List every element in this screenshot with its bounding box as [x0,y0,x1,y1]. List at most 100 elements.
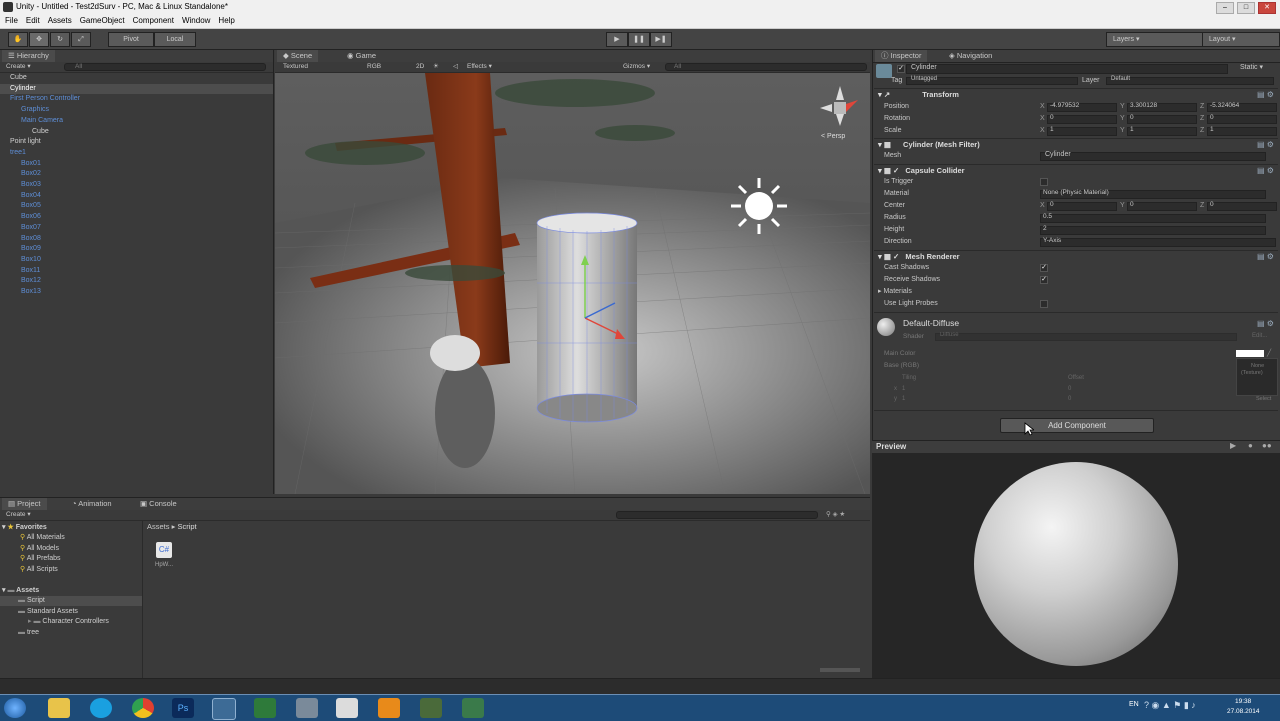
tiling-x-value[interactable]: 1 [902,386,905,392]
preview-light-icon[interactable]: ● [1248,441,1253,450]
media-icon[interactable] [378,698,400,718]
settings-gear-icon[interactable]: ▤ ⚙ [1257,319,1274,328]
tiling-y-value[interactable]: 1 [902,396,905,402]
menu-file[interactable]: File [5,16,18,25]
hierarchy-item[interactable]: Box03 [0,180,273,190]
hierarchy-item[interactable]: Box07 [0,223,273,233]
breadcrumb-leaf[interactable]: Script [177,522,196,531]
scale-tool-icon[interactable]: ⤢ [71,32,91,47]
scale-y-field[interactable]: 1 [1127,126,1197,136]
scene-search-input[interactable]: All [665,63,867,71]
center-y-axis-label[interactable]: Y [1120,200,1125,211]
hierarchy-item[interactable]: Box04 [0,191,273,201]
persp-label[interactable]: < Persp [821,133,845,140]
light-probes-checkbox[interactable] [1040,300,1048,308]
menu-assets[interactable]: Assets [48,16,72,25]
center-y-field[interactable]: 0 [1127,201,1197,211]
position-z-axis-label[interactable]: Z [1200,101,1204,112]
skype-icon[interactable] [90,698,112,718]
preview-header[interactable]: Preview ▶ ● ●● [872,440,1280,454]
texture-slot[interactable]: None (Texture) [1236,358,1278,396]
hierarchy-item[interactable]: Box08 [0,234,273,244]
eyedropper-icon[interactable]: ╱ [1267,349,1271,357]
is-trigger-checkbox[interactable] [1040,178,1048,186]
scale-z-field[interactable]: 1 [1207,126,1277,136]
mesh-filter-header[interactable]: ▾ ▦ Cylinder (Mesh Filter) [876,139,1276,151]
photoshop-icon[interactable]: Ps [172,698,194,718]
lighting-toggle-icon[interactable]: ☀ [433,62,439,72]
offset-x-value[interactable]: 0 [1068,386,1071,392]
rotate-tool-icon[interactable]: ↻ [50,32,70,47]
hierarchy-create-button[interactable]: Create ▾ [6,62,31,72]
favorite-item[interactable]: ⚲ All Prefabs [20,554,61,564]
pause-button[interactable]: ❚❚ [628,32,650,47]
tab-scene[interactable]: ◆ Scene [277,50,319,62]
scale-z-axis-label[interactable]: Z [1200,125,1204,136]
icon-size-slider[interactable] [820,668,860,672]
point-light-icon[interactable] [731,178,787,234]
play-button[interactable]: ▶ [606,32,628,47]
hierarchy-item[interactable]: Box11 [0,266,273,276]
mesh-field[interactable]: Cylinder [1040,151,1266,161]
favorite-item[interactable]: ⚲ All Models [20,544,59,554]
hierarchy-item[interactable]: Box09 [0,244,273,254]
edit-shader-button[interactable]: Edit... [1252,333,1267,339]
menu-help[interactable]: Help [218,16,234,25]
rotation-z-axis-label[interactable]: Z [1200,113,1204,124]
hierarchy-item[interactable]: Box02 [0,169,273,179]
rotation-x-axis-label[interactable]: X [1040,113,1045,124]
app-icon-green[interactable] [254,698,276,718]
pivot-toggle[interactable]: Pivot [108,32,154,47]
render-mode-dropdown[interactable]: RGB [367,62,381,72]
hierarchy-item[interactable]: Box06 [0,212,273,222]
asset-folder-item[interactable]: ▬ Standard Assets [0,607,142,617]
tab-navigation[interactable]: ◈ Navigation [943,50,998,62]
hierarchy-item[interactable]: Cylinder [0,83,273,94]
explorer-icon[interactable] [48,698,70,718]
start-button-icon[interactable] [4,698,26,718]
transform-header[interactable]: ▾ ↗ Transform [876,89,1276,101]
shader-dropdown[interactable]: Diffuse [935,332,1237,341]
layout-dropdown[interactable]: Layout ▾ [1202,32,1280,47]
tab-project[interactable]: ▤ Project [2,498,47,510]
hierarchy-item[interactable]: Cube [0,73,273,83]
hierarchy-item[interactable]: First Person Controller [0,94,273,104]
layer-dropdown[interactable]: Default [1106,76,1274,85]
static-checkbox[interactable]: Static ▾ [1240,62,1263,73]
clock-date[interactable]: 27.08.2014 [1227,708,1260,715]
hierarchy-item[interactable]: Box10 [0,255,273,265]
texture-select-button[interactable]: Select [1256,396,1271,402]
chrome-icon[interactable] [132,698,154,718]
scale-x-axis-label[interactable]: X [1040,125,1045,136]
settings-gear-icon[interactable]: ▤ ⚙ [1257,166,1274,175]
tag-dropdown[interactable]: Untagged [906,76,1078,85]
gizmos-dropdown[interactable]: Gizmos ▾ [623,62,650,72]
close-button[interactable]: ✕ [1258,2,1276,14]
position-y-axis-label[interactable]: Y [1120,101,1125,112]
project-create-button[interactable]: Create ▾ [6,510,31,520]
layers-dropdown[interactable]: Layers ▾ [1106,32,1206,47]
scale-x-field[interactable]: 1 [1047,126,1117,136]
assets-foldout[interactable]: ▾ ▬ Assets [2,586,39,596]
rotation-y-axis-label[interactable]: Y [1120,113,1125,124]
position-z-field[interactable]: -5.324064 [1207,102,1277,112]
position-y-field[interactable]: 3.300128 [1127,102,1197,112]
capsule-collider-header[interactable]: ▾ ▦ ✓ Capsule Collider [876,165,1276,177]
hierarchy-item[interactable]: Main Camera [0,116,273,126]
hierarchy-item[interactable]: Box01 [0,159,273,169]
rotation-z-field[interactable]: 0 [1207,114,1277,124]
hierarchy-item[interactable]: Cube [0,127,273,137]
mode-2d-toggle[interactable]: 2D [416,62,424,72]
notepad-icon[interactable] [336,698,358,718]
rotation-y-field[interactable]: 0 [1127,114,1197,124]
object-name-input[interactable]: Cylinder [906,64,1228,74]
asset-folder-item[interactable]: ▬ tree [0,628,142,638]
app-icon-dark[interactable] [420,698,442,718]
app-icon-unity-launcher[interactable] [462,698,484,718]
shading-dropdown[interactable]: Textured [283,62,308,72]
preview-settings-icon[interactable]: ●● [1262,441,1272,450]
radius-field[interactable]: 0.5 [1040,213,1266,223]
scene-viewport[interactable]: < Persp [275,73,870,494]
menu-component[interactable]: Component [133,16,174,25]
favorite-item[interactable]: ⚲ All Scripts [20,565,58,575]
